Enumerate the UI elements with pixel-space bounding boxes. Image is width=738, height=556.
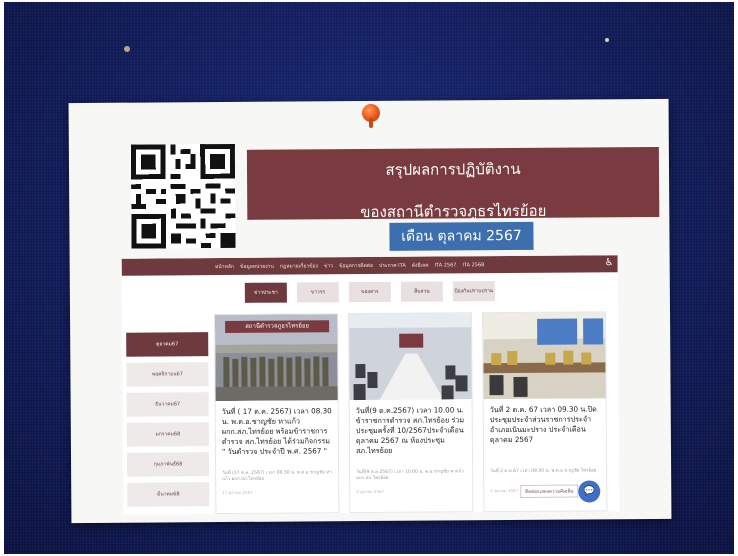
sidebar-item-mar68[interactable]: มีนาคม68	[127, 482, 210, 507]
nav-item[interactable]: ข่าว	[324, 262, 333, 270]
news-excerpt: วันที่ (17 ต.ค. 2567) เวลา 08.30 น. พ.ต.…	[222, 470, 332, 483]
site-nav-bar: หน้าหลัก ข้อมูลหน่วยงาน กฎหมายเกี่ยวข้อง…	[121, 255, 618, 276]
sidebar-item-nov67[interactable]: พฤศจิกายน67	[126, 362, 209, 387]
sidebar-item-jan68[interactable]: มกราคม68	[126, 422, 209, 447]
nav-item[interactable]: ITA 2567	[435, 262, 457, 268]
news-headline[interactable]: วันที่ ( 17 ต.ค. 2567) เวลา 08.30 น. พ.ต…	[216, 400, 338, 467]
nav-item[interactable]: ITA 2568	[462, 262, 484, 268]
news-photo-district-meeting	[483, 312, 606, 400]
printed-poster: สรุปผลการปฏิบัติงาน ของสถานีตำรวจภูธรไทร…	[68, 98, 672, 524]
sidebar-item-oct67[interactable]: ตุลาคม67	[126, 332, 209, 357]
chat-icon[interactable]: 💬	[578, 480, 601, 503]
board-fleck	[605, 38, 609, 42]
tab-3[interactable]: ของสาร	[348, 281, 391, 303]
nav-item[interactable]: ข้อมูลการติดต่อ	[339, 261, 373, 269]
push-pin	[362, 104, 380, 128]
contact-button[interactable]: ติดต่อ/แสดงความคิดเห็น	[520, 484, 579, 498]
month-sidebar: ตุลาคม67 พฤศจิกายน67 ธันวาคม67 มกราคม68 …	[126, 332, 210, 513]
website-screenshot: หน้าหลัก ข้อมูลหน่วยงาน กฎหมายเกี่ยวข้อง…	[121, 255, 620, 515]
news-photo-meeting-room	[349, 313, 472, 401]
sidebar-item-dec67[interactable]: ธันวาคม67	[126, 392, 209, 417]
news-card[interactable]: วันที่ 2 ต.ค. 67 เวลา 09.30 น.ปิด ประชุม…	[482, 311, 608, 513]
news-photo-police-parade: สถานีตำรวจภูธรไทรย้อย	[215, 314, 338, 402]
photo-banner-text: สถานีตำรวจภูธรไทรย้อย	[245, 322, 310, 330]
nav-item[interactable]: หน้าหลัก	[215, 262, 234, 270]
nav-item[interactable]: ดังอีเลค	[412, 261, 429, 269]
tab-investigation[interactable]: สืบสวน	[400, 281, 443, 302]
tab-crime-prevention[interactable]: ป้องกันปราบปราม	[452, 281, 495, 302]
accessibility-icon[interactable]: ♿	[605, 257, 614, 268]
news-date: 17 ตุลาคม 2567	[222, 489, 253, 496]
news-excerpt: วันที่(9 ต.ค.2567) เวลา 10.00 น. ต.อ.ชาญ…	[356, 469, 464, 482]
news-card[interactable]: วันที่(9 ต.ค.2567) เวลา 10.00 น. ข้าราชก…	[348, 312, 474, 514]
qr-code	[130, 143, 236, 249]
nav-item[interactable]: ข้อมูลหน่วยงาน	[240, 262, 274, 270]
news-headline[interactable]: วันที่(9 ต.ค.2567) เวลา 10.00 น. ข้าราชก…	[350, 399, 472, 466]
tab-news[interactable]: ข่าวประชา	[244, 282, 287, 303]
news-date: 9 ตุลาคม 2567	[356, 488, 385, 495]
tab-2[interactable]: ขาวรร	[296, 282, 339, 303]
news-card[interactable]: สถานีตำรวจภูธรไทรย้อย วันที่ ( 17 ต.ค. 2…	[214, 313, 340, 515]
nav-item[interactable]: ประกาศ ITA	[379, 261, 406, 269]
poster-title-line2: ของสถานีตำรวจภูธรไทรย้อย	[360, 201, 547, 222]
nav-item[interactable]: กฎหมายเกี่ยวข้อง	[280, 262, 318, 270]
news-headline[interactable]: วันที่ 2 ต.ค. 67 เวลา 09.30 น.ปิด ประชุม…	[484, 398, 606, 465]
category-tabs: ข่าวประชา ขาวรร ของสาร สืบสวน ป้องกันปรา…	[122, 280, 618, 303]
board-fleck	[124, 46, 130, 52]
news-cards: สถานีตำรวจภูธรไทรย้อย วันที่ ( 17 ต.ค. 2…	[214, 311, 608, 515]
sidebar-item-feb68[interactable]: กุมภาพันธ์68	[126, 452, 210, 477]
poster-title-line1: สรุปผลการปฏิบัติงาน	[385, 159, 521, 179]
poster-title-banner: สรุปผลการปฏิบัติงาน ของสถานีตำรวจภูธรไทร…	[246, 146, 660, 221]
month-badge: เดือน ตุลาคม 2567	[389, 221, 534, 251]
